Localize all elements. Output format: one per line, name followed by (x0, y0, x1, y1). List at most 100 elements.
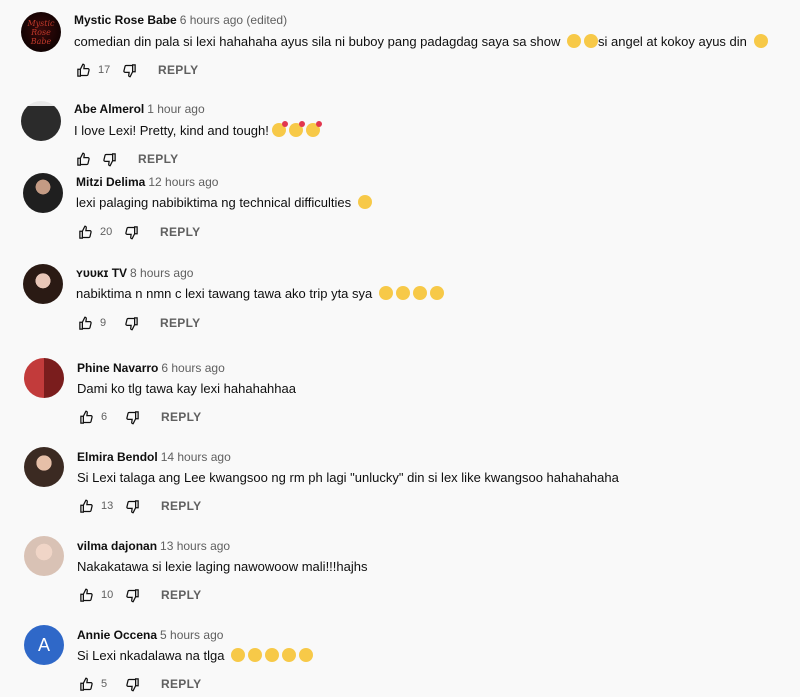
reply-button[interactable]: REPLY (138, 152, 178, 166)
comment-timestamp[interactable]: 12 hours ago (148, 175, 218, 189)
thumbs-down-icon[interactable] (123, 408, 141, 426)
thumbs-down-icon[interactable] (123, 675, 141, 693)
avatar[interactable] (24, 447, 64, 487)
comment-text: comedian din pala si lexi hahahaha ayus … (74, 34, 768, 49)
comment-timestamp[interactable]: 13 hours ago (160, 539, 230, 553)
thumbs-up-icon[interactable] (76, 314, 94, 332)
tears-of-joy-emoji-icon (248, 648, 263, 662)
tears-of-joy-emoji-icon (412, 286, 427, 300)
comment-timestamp[interactable]: 8 hours ago (130, 266, 193, 280)
reply-button[interactable]: REPLY (161, 677, 201, 691)
comment-text: Dami ko tlg tawa kay lexi hahahahhaa (77, 381, 296, 396)
smiling-face-with-hearts-emoji-icon (288, 121, 305, 137)
comment-text-part: I love Lexi! Pretty, kind and tough! (74, 123, 269, 138)
comment-author[interactable]: vilma dajonan 13 hours ago (77, 539, 230, 553)
grinning-sweat-emoji-icon (584, 34, 599, 48)
author-name[interactable]: vilma dajonan (77, 539, 157, 553)
thumbs-down-icon[interactable] (120, 61, 138, 79)
comment-author[interactable]: Mystic Rose Babe 6 hours ago (edited) (74, 13, 287, 27)
thumbs-up-icon[interactable] (74, 61, 92, 79)
avatar-logo-text: Mystic Rose Babe (27, 18, 55, 46)
author-name[interactable]: Mystic Rose Babe (74, 13, 177, 27)
comment-timestamp[interactable]: 5 hours ago (160, 628, 223, 642)
tears-of-joy-emoji-icon (265, 648, 280, 662)
thumbs-down-icon[interactable] (123, 586, 141, 604)
like-count: 20 (100, 226, 113, 238)
comment-text: I love Lexi! Pretty, kind and tough! (74, 121, 322, 138)
author-name[interactable]: Elmira Bendol (77, 450, 158, 464)
comment-text: lexi palaging nabibiktima ng technical d… (76, 195, 372, 210)
avatar[interactable]: Mystic Rose Babe (21, 12, 61, 52)
author-name[interactable]: Abe Almerol (74, 102, 144, 116)
comment-actions: 5 REPLY (77, 673, 201, 695)
comment-text: nabiktima n nmn c lexi tawang tawa ako t… (76, 286, 444, 301)
grinning-sweat-emoji-icon (567, 34, 582, 48)
like-count: 17 (98, 64, 111, 76)
reply-button[interactable]: REPLY (158, 63, 198, 77)
avatar[interactable] (24, 358, 64, 398)
comment-timestamp[interactable]: 6 hours ago (edited) (180, 13, 287, 27)
thumbs-up-icon[interactable] (77, 497, 95, 515)
like-count: 5 (101, 678, 108, 690)
avatar[interactable] (21, 101, 61, 141)
like-count: 10 (101, 589, 114, 601)
comment-timestamp[interactable]: 14 hours ago (161, 450, 231, 464)
tears-of-joy-emoji-icon (231, 648, 246, 662)
like-count: 9 (100, 317, 107, 329)
reply-button[interactable]: REPLY (161, 499, 201, 513)
comment-text-part: lexi palaging nabibiktima ng technical d… (76, 195, 355, 210)
author-name[interactable]: ʏᴜᴜᴋɪ TV (76, 266, 127, 280)
comment-actions: 17 REPLY (74, 59, 198, 81)
author-name[interactable]: Annie Occena (77, 628, 157, 642)
thumbs-down-icon[interactable] (123, 497, 141, 515)
thumbs-down-icon[interactable] (100, 150, 118, 168)
comment-actions: REPLY (74, 148, 178, 170)
tears-of-joy-emoji-icon (395, 286, 410, 300)
comment-text: Nakakatawa si lexie laging nawowoow mali… (77, 559, 367, 574)
author-name[interactable]: Phine Navarro (77, 361, 158, 375)
comment-author[interactable]: Phine Navarro 6 hours ago (77, 361, 225, 375)
thumbs-up-icon[interactable] (74, 150, 92, 168)
reply-button[interactable]: REPLY (161, 410, 201, 424)
thumbs-up-icon[interactable] (77, 675, 95, 693)
smiling-face-with-hearts-emoji-icon (305, 121, 322, 137)
comment-text-part: Si Lexi talaga ang Lee kwangsoo ng rm ph… (77, 470, 619, 485)
thumbs-up-icon[interactable] (77, 586, 95, 604)
comment-author[interactable]: Annie Occena 5 hours ago (77, 628, 223, 642)
comment-text-part: Dami ko tlg tawa kay lexi hahahahhaa (77, 381, 296, 396)
tears-of-joy-emoji-icon (378, 286, 393, 300)
comment-author[interactable]: Abe Almerol 1 hour ago (74, 102, 205, 116)
avatar[interactable]: A (24, 625, 64, 665)
tears-of-joy-emoji-icon (429, 286, 444, 300)
comment-text-part: si angel at kokoy ayus din (598, 34, 751, 49)
smiling-face-with-hearts-emoji-icon (271, 121, 288, 137)
avatar-letter: A (37, 634, 50, 655)
tears-of-joy-emoji-icon (357, 195, 372, 209)
comment-timestamp[interactable]: 6 hours ago (161, 361, 224, 375)
thumbs-up-icon[interactable] (77, 408, 95, 426)
comment-actions: 13 REPLY (77, 495, 201, 517)
comment-author[interactable]: Elmira Bendol 14 hours ago (77, 450, 231, 464)
comment-text-part: Si Lexi nkadalawa na tlga (77, 648, 229, 663)
comment-text-part: Nakakatawa si lexie laging nawowoow mali… (77, 559, 368, 574)
like-count: 13 (101, 500, 114, 512)
author-name[interactable]: Mitzi Delima (76, 175, 145, 189)
comment-author[interactable]: Mitzi Delima 12 hours ago (76, 175, 218, 189)
like-count: 6 (101, 411, 108, 423)
avatar[interactable] (23, 264, 63, 304)
avatar[interactable] (23, 173, 63, 213)
thumbs-up-icon[interactable] (76, 223, 94, 241)
grimacing-emoji-icon (753, 34, 768, 48)
thumbs-down-icon[interactable] (122, 223, 140, 241)
comment-actions: 9 REPLY (76, 312, 200, 334)
reply-button[interactable]: REPLY (161, 588, 201, 602)
reply-button[interactable]: REPLY (160, 225, 200, 239)
tears-of-joy-emoji-icon (282, 648, 297, 662)
avatar[interactable] (24, 536, 64, 576)
comment-actions: 6 REPLY (77, 406, 201, 428)
comment-timestamp[interactable]: 1 hour ago (147, 102, 204, 116)
reply-button[interactable]: REPLY (160, 316, 200, 330)
thumbs-down-icon[interactable] (122, 314, 140, 332)
tears-of-joy-emoji-icon (299, 648, 314, 662)
comment-author[interactable]: ʏᴜᴜᴋɪ TV 8 hours ago (76, 266, 193, 280)
